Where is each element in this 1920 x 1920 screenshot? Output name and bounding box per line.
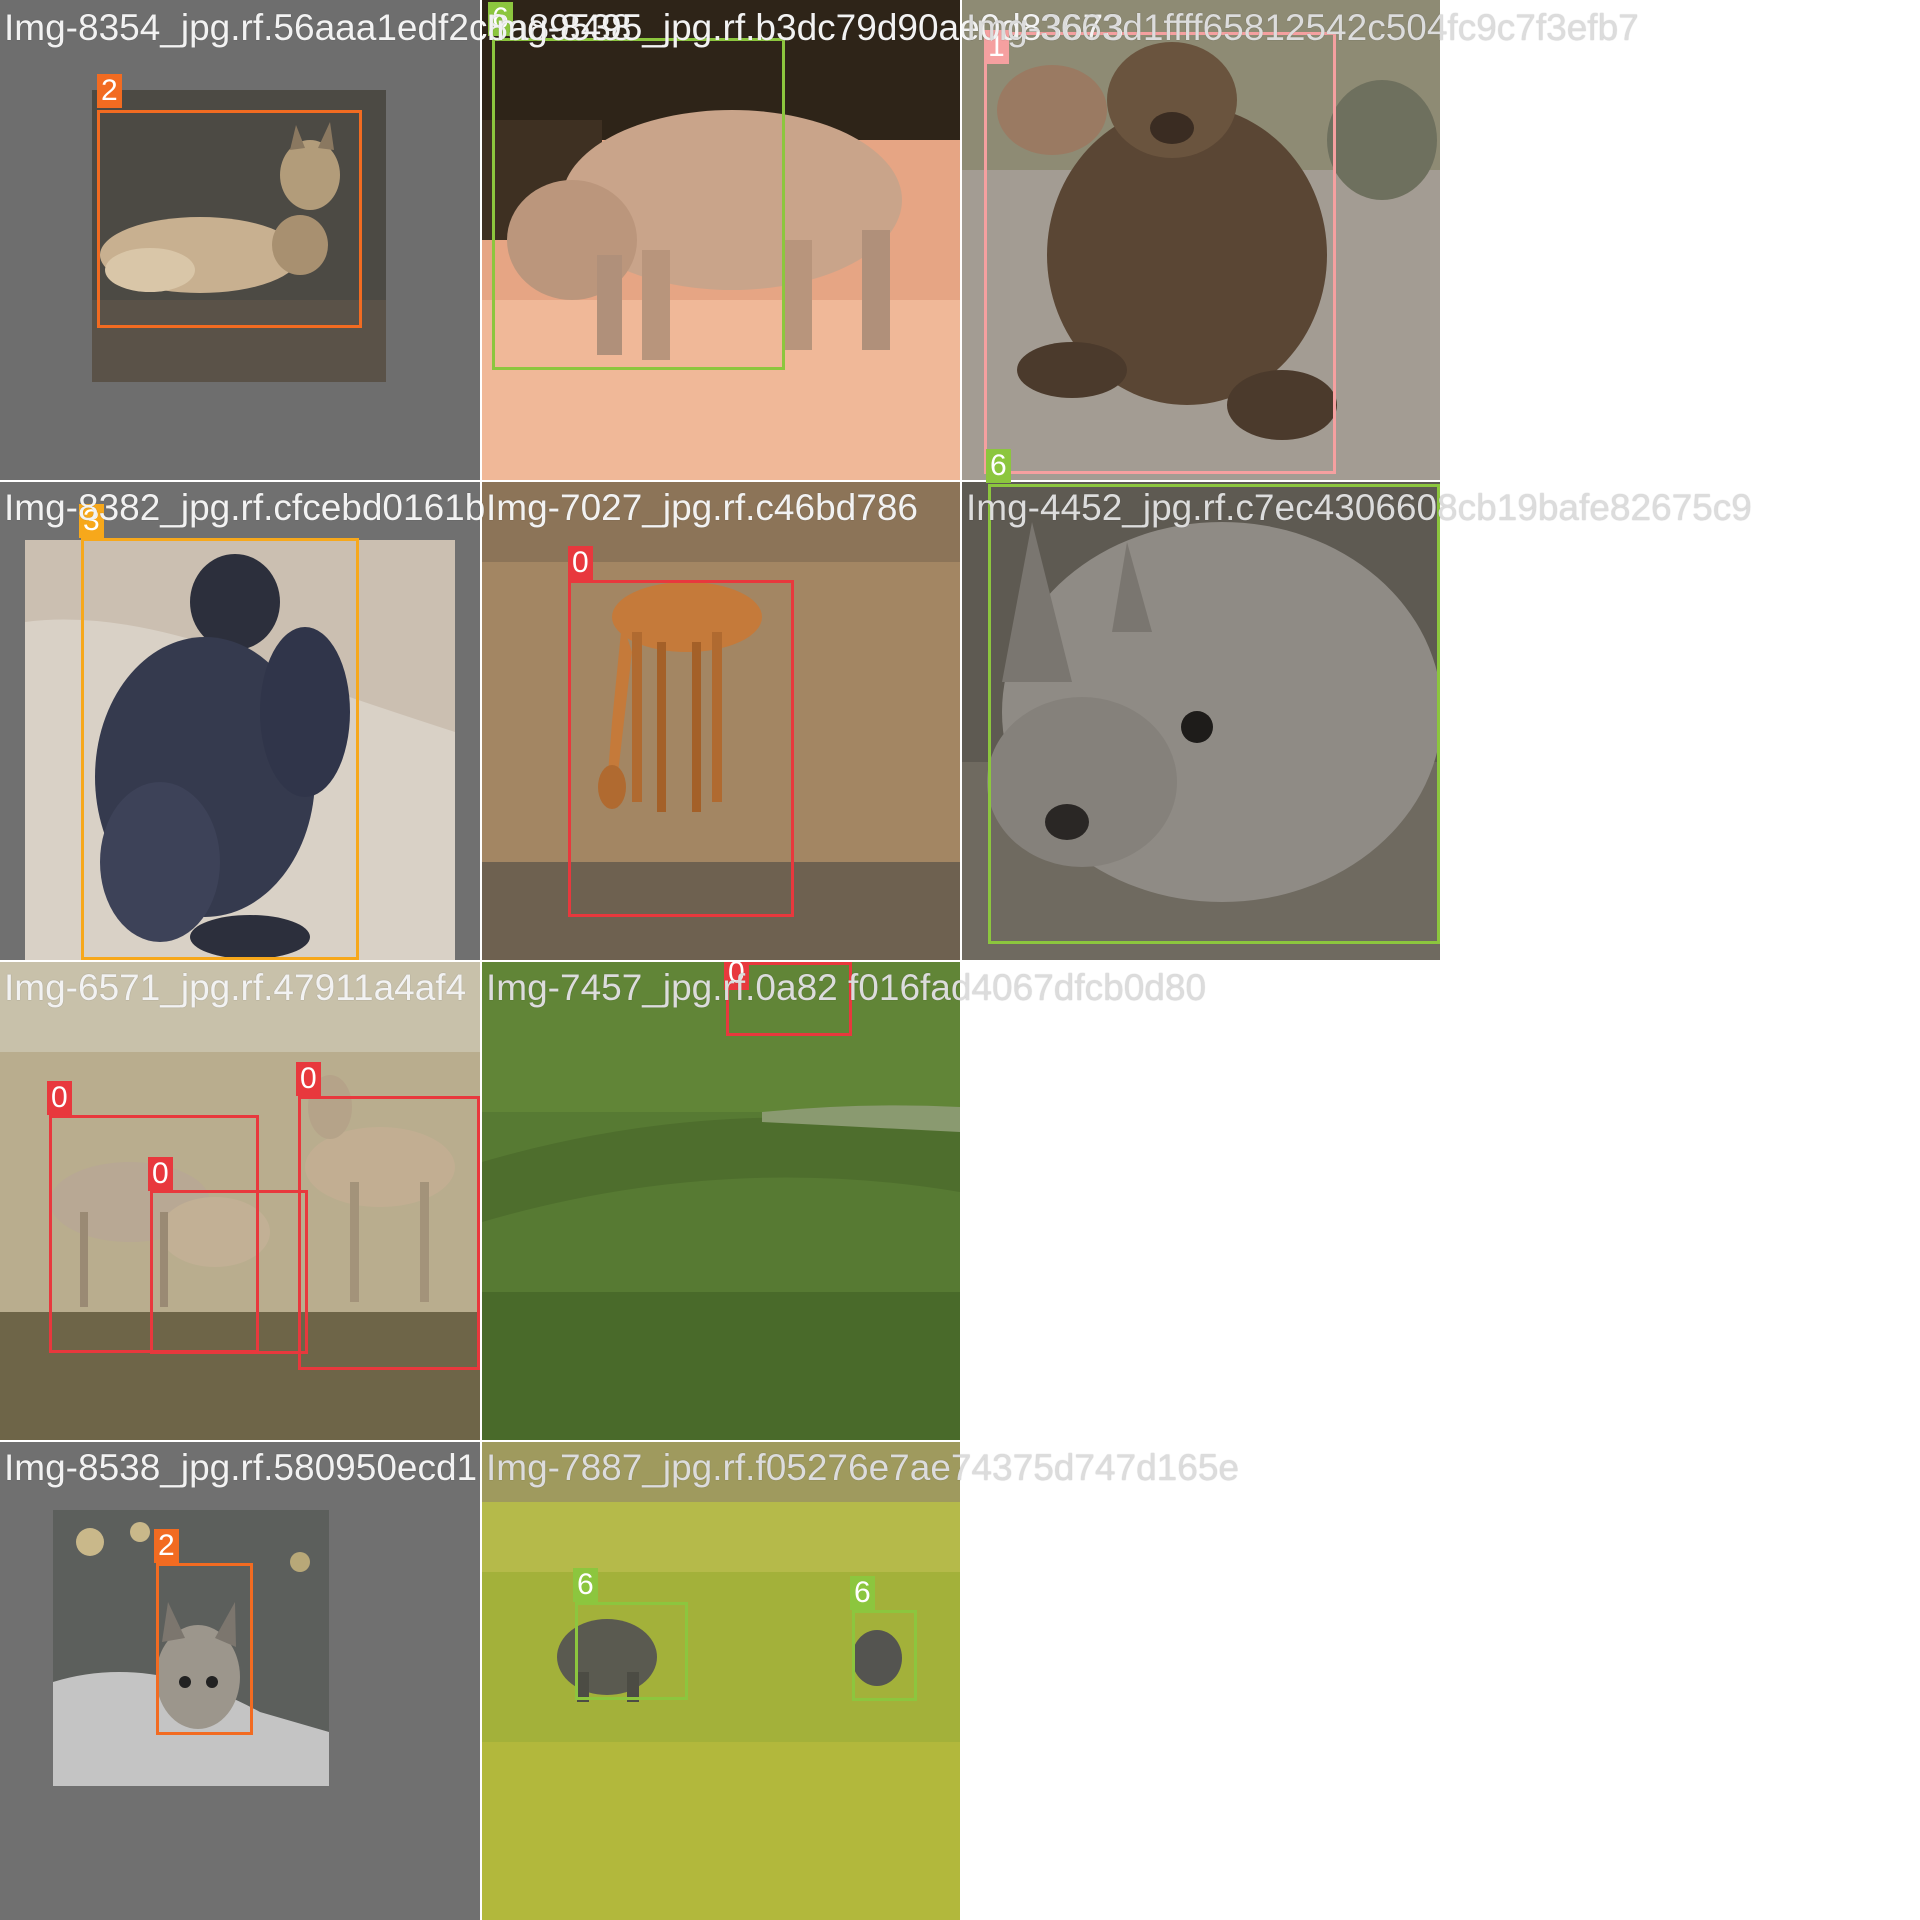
image-filename: Img-3663d1ffff65812542c504fc9c7f3efb7 xyxy=(966,7,1639,48)
detection-label: 6 xyxy=(850,1576,875,1610)
detection-label: 6 xyxy=(986,449,1011,483)
image-filename: Img-6571_jpg.rf.47911a4af4 xyxy=(4,967,467,1008)
detection-box xyxy=(156,1563,253,1735)
image-filename: Img-7887_jpg.rf.f05276e7ae74375d747d165e xyxy=(486,1447,1239,1488)
mosaic-tile-bear: 1 xyxy=(962,0,1440,480)
mosaic-tile-lynx-peeking: 2 xyxy=(0,1442,480,1920)
grassland-image xyxy=(482,962,960,1440)
detection-box xyxy=(150,1190,308,1354)
mosaic-tile-rhinoceroses-field: 6 6 xyxy=(482,1442,960,1920)
grid-separator xyxy=(0,1440,960,1442)
grid-separator xyxy=(0,480,1440,482)
mosaic-tile-grassland: 0 xyxy=(482,962,960,1440)
detection-box xyxy=(568,580,794,917)
detection-label: 0 xyxy=(568,546,593,580)
image-filename: Img-7457_jpg.rf.0a82 f016fad4067dfcb0d80 xyxy=(486,967,1207,1008)
image-filename: Img-8538_jpg.rf.580950ecd1 xyxy=(4,1447,478,1488)
detection-label: 2 xyxy=(97,74,122,108)
detection-box xyxy=(984,32,1336,474)
detection-box xyxy=(492,38,785,370)
detection-box xyxy=(298,1096,480,1370)
image-filename: Img-8382_jpg.rf.cfcebd0161b xyxy=(4,487,486,528)
grid-separator xyxy=(0,960,1440,962)
detection-label: 6 xyxy=(573,1568,598,1602)
mosaic-tile-rhinoceros-head xyxy=(962,482,1440,960)
detection-label: 0 xyxy=(47,1081,72,1115)
detection-box xyxy=(852,1610,917,1701)
detection-box xyxy=(988,484,1440,944)
detection-label: 2 xyxy=(154,1529,179,1563)
detection-label: 0 xyxy=(148,1157,173,1191)
image-filename: Img-7027_jpg.rf.c46bd786 xyxy=(486,487,918,528)
detection-label: 0 xyxy=(296,1062,321,1096)
detection-box xyxy=(81,538,359,960)
detection-box xyxy=(575,1602,688,1700)
mosaic-tile-impala: 0 xyxy=(482,482,960,960)
mosaic-tile-lynx-lying: 2 xyxy=(0,0,480,480)
mosaic-tile-chimpanzee: 3 xyxy=(0,482,480,960)
mosaic-tile-rhinoceros: 6 xyxy=(482,0,960,480)
image-filename: Img-4452_jpg.rf.c7ec4306608cb19bafe82675… xyxy=(966,487,1752,528)
mosaic-tile-antelopes: 0 0 0 xyxy=(0,962,480,1440)
detection-box xyxy=(97,110,362,328)
